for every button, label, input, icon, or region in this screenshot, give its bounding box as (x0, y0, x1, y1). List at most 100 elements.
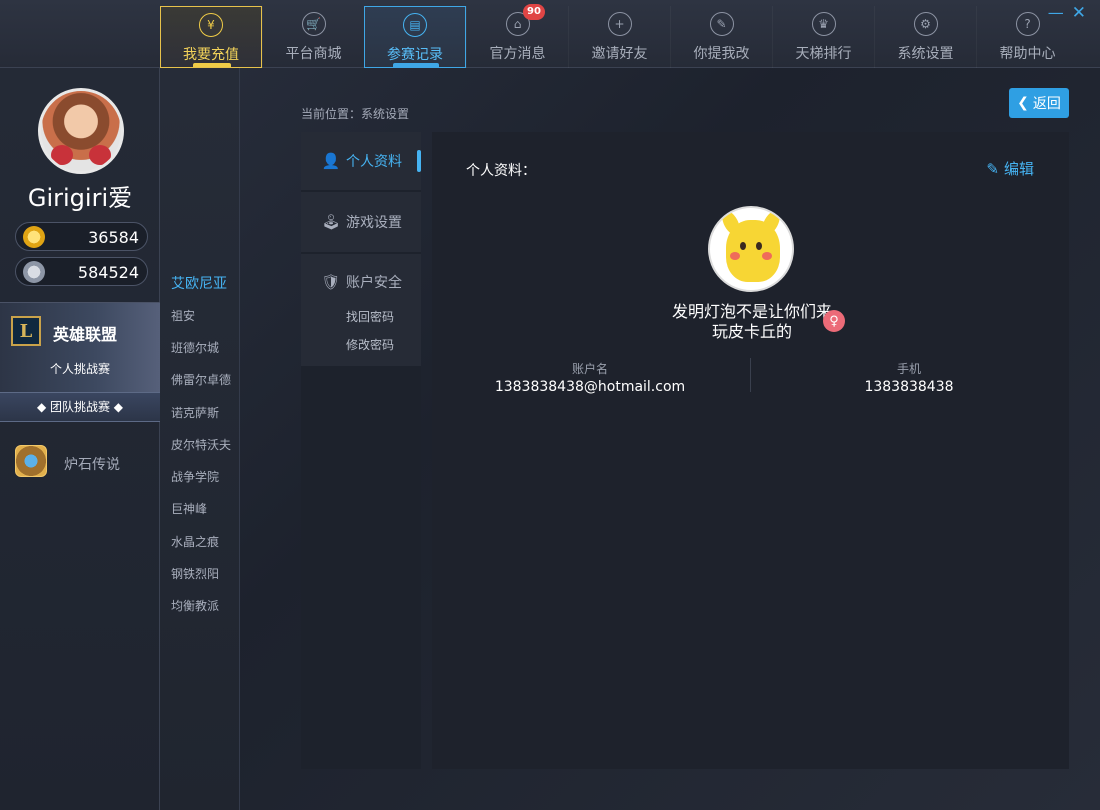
gold-coin-icon (23, 226, 45, 248)
nav-label: 帮助中心 (999, 46, 1056, 62)
nav-label: 天梯排行 (795, 46, 852, 62)
pencil-icon: ✎ (709, 12, 734, 36)
avatar-detail (740, 242, 746, 250)
nav-match-records[interactable]: ▤ 参赛记录 (364, 6, 466, 68)
nav-invite-friends[interactable]: + 邀请好友 (568, 6, 670, 68)
server-item[interactable]: 佛雷尔卓德 (171, 371, 231, 388)
menu-label: 游戏设置 (346, 215, 402, 231)
menu-block: 🕹 游戏设置 (301, 192, 421, 252)
shield-icon: 🛡 (321, 273, 341, 291)
profile-sidebar: Girigiri爱 36584 584524 L 英雄联盟 个人挑战赛 ◆ 团队… (0, 68, 160, 810)
close-button[interactable]: ✕ (1072, 4, 1086, 22)
main-nav: ¥ 我要充值 🛒 平台商城 ▤ 参赛记录 ⌂ 90 官方消息 + 邀请好友 ✎ … (160, 4, 1078, 68)
server-item[interactable]: 诺克萨斯 (171, 404, 219, 421)
nav-ladder-ranking[interactable]: ♛ 天梯排行 (772, 6, 874, 68)
menu-label: 个人资料 (346, 154, 402, 170)
hearthstone-logo-icon (15, 445, 47, 477)
nav-recharge[interactable]: ¥ 我要充值 (160, 6, 262, 68)
server-item[interactable]: 祖安 (171, 307, 195, 324)
silver-coin-icon (23, 261, 45, 283)
avatar-detail (89, 145, 111, 165)
phone-value: 1383838438 (864, 379, 954, 395)
game-title: 英雄联盟 (53, 325, 118, 344)
server-item[interactable]: 班德尔城 (171, 339, 219, 356)
gold-balance: 36584 (15, 222, 148, 251)
avatar-detail (51, 145, 73, 165)
username: Girigiri爱 (27, 184, 133, 212)
server-item[interactable]: 水晶之痕 (171, 533, 219, 550)
edit-button[interactable]: ✎ 编辑 (986, 158, 1034, 179)
phone-label: 手机 (896, 362, 921, 376)
nav-label: 官方消息 (489, 46, 546, 62)
nav-feedback[interactable]: ✎ 你提我改 (670, 6, 772, 68)
change-password-link[interactable]: 修改密码 (346, 336, 394, 353)
divider (750, 358, 751, 392)
menu-block: 👤 个人资料 (301, 132, 421, 190)
server-item[interactable]: 艾欧尼亚 (171, 273, 227, 293)
avatar-detail (726, 220, 780, 282)
edit-icon: ✎ (986, 159, 999, 178)
account-label: 账户名 (571, 362, 608, 376)
settings-menu: 👤 个人资料 🕹 游戏设置 🛡 账户安全 找回密码 修改密码 (301, 132, 421, 769)
avatar[interactable] (38, 88, 124, 174)
avatar-detail (730, 252, 740, 260)
avatar-detail (762, 252, 772, 260)
find-password-link[interactable]: 找回密码 (346, 308, 394, 325)
game-title: 炉石传说 (64, 457, 120, 473)
nav-label: 参赛记录 (387, 47, 443, 63)
individual-challenge-link[interactable]: 个人挑战赛 (50, 360, 110, 377)
joystick-icon: 🕹 (321, 213, 341, 231)
gold-value: 36584 (88, 228, 139, 247)
breadcrumb: 当前位置：系统设置 (301, 107, 410, 121)
section-title: 个人资料： (466, 163, 536, 179)
profile-avatar[interactable] (708, 206, 794, 292)
menu-label: 账户安全 (346, 275, 402, 291)
nav-shop[interactable]: 🛒 平台商城 (262, 6, 364, 68)
server-item[interactable]: 钢铁烈阳 (171, 565, 219, 582)
minimize-button[interactable]: — (1048, 4, 1064, 22)
trophy-icon: ♛ (811, 12, 836, 36)
document-icon: ▤ (403, 13, 427, 37)
phone-info: 手机 1383838438 (809, 360, 1009, 395)
menu-account-security[interactable]: 🛡 账户安全 (301, 270, 421, 294)
account-value: 1383838438@hotmail.com (494, 379, 686, 395)
menu-personal-profile[interactable]: 👤 个人资料 (301, 150, 421, 172)
profile-panel: 个人资料： ✎ 编辑 发明灯泡不是让你们来玩皮卡丘的 ♀ 账户名 1383838… (432, 132, 1069, 769)
nav-label: 平台商城 (285, 46, 342, 62)
team-challenge-button[interactable]: ◆ 团队挑战赛 ◆ (0, 392, 160, 422)
server-item[interactable]: 巨神峰 (171, 500, 207, 517)
gear-icon: ⚙ (913, 12, 938, 36)
game-lol[interactable]: L 英雄联盟 个人挑战赛 (0, 302, 160, 393)
user-icon: 👤 (321, 152, 341, 170)
top-nav-bar: ¥ 我要充值 🛒 平台商城 ▤ 参赛记录 ⌂ 90 官方消息 + 邀请好友 ✎ … (0, 0, 1100, 68)
server-item[interactable]: 均衡教派 (171, 597, 219, 614)
back-label: 返回 (1032, 96, 1061, 112)
cart-icon: 🛒 (301, 12, 326, 36)
edit-label: 编辑 (1003, 160, 1034, 178)
account-info: 账户名 1383838438@hotmail.com (490, 360, 690, 395)
server-item[interactable]: 皮尔特沃夫 (171, 436, 231, 453)
window-controls: — ✕ (1048, 4, 1086, 23)
add-user-icon: + (607, 12, 632, 36)
chevron-left-icon: ❮ (1017, 95, 1029, 111)
lol-logo-icon: L (11, 316, 41, 346)
yen-icon: ¥ (199, 13, 223, 37)
unread-badge: 90 (523, 4, 545, 20)
nav-official-news[interactable]: ⌂ 90 官方消息 (466, 4, 568, 68)
back-button[interactable]: ❮ 返回 (1009, 88, 1069, 118)
question-icon: ? (1015, 12, 1040, 36)
user-signature: 发明灯泡不是让你们来玩皮卡丘的 (672, 302, 833, 341)
nav-label: 系统设置 (897, 46, 954, 62)
nav-label: 我要充值 (183, 47, 239, 63)
female-icon: ♀ (823, 310, 845, 332)
server-item[interactable]: 战争学院 (171, 468, 219, 485)
server-list: 艾欧尼亚 祖安 班德尔城 佛雷尔卓德 诺克萨斯 皮尔特沃夫 战争学院 巨神峰 水… (160, 68, 240, 810)
nav-system-settings[interactable]: ⚙ 系统设置 (874, 6, 976, 68)
menu-game-settings[interactable]: 🕹 游戏设置 (301, 211, 421, 233)
avatar-detail (756, 242, 762, 250)
silver-value: 584524 (77, 263, 139, 282)
nav-label: 你提我改 (693, 46, 750, 62)
menu-block: 🛡 账户安全 找回密码 修改密码 (301, 254, 421, 366)
silver-balance: 584524 (15, 257, 148, 286)
game-hearthstone[interactable]: 炉石传说 (0, 430, 160, 502)
